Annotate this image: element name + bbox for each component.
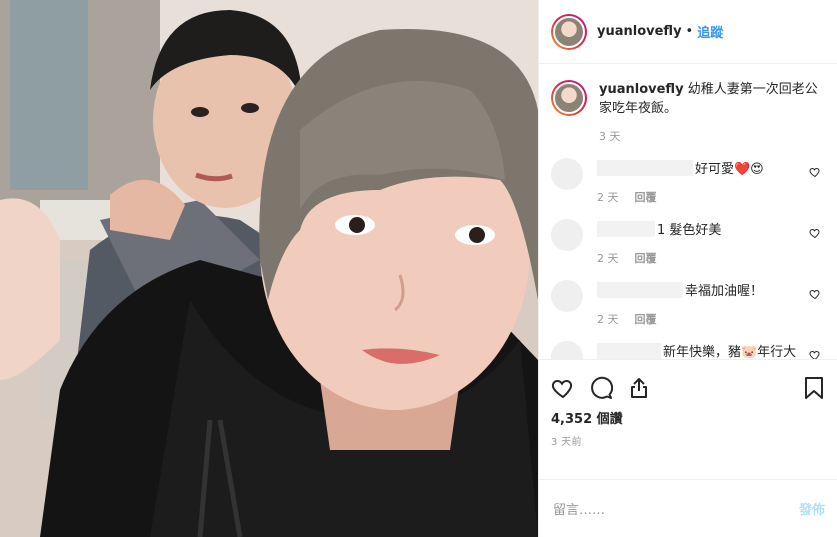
post-details-panel: yuanlovefly • 追蹤 yuanlovefly 幼稚人妻第一次回老公家… bbox=[538, 0, 837, 537]
post-actions: 4,352 個讚 3 天前 bbox=[539, 359, 837, 479]
redacted-username bbox=[597, 282, 683, 298]
redacted-username bbox=[597, 221, 655, 237]
comment-like-icon[interactable] bbox=[809, 227, 821, 239]
comment-item: 好可愛❤️😍 2 天 回覆 bbox=[551, 158, 821, 207]
post-header: yuanlovefly • 追蹤 bbox=[539, 0, 837, 64]
commenter-avatar[interactable] bbox=[551, 280, 583, 312]
reply-button[interactable]: 回覆 bbox=[635, 310, 657, 329]
author-username[interactable]: yuanlovefly bbox=[597, 24, 682, 39]
share-icon[interactable] bbox=[627, 376, 651, 400]
comment-text: 1 髮色好美 bbox=[657, 223, 722, 238]
instagram-post: yuanlovefly • 追蹤 yuanlovefly 幼稚人妻第一次回老公家… bbox=[0, 0, 837, 537]
comment-time[interactable]: 2 天 bbox=[597, 188, 619, 207]
comments-section[interactable]: yuanlovefly 幼稚人妻第一次回老公家吃年夜飯。 3 天 好可愛❤️😍 … bbox=[539, 64, 837, 359]
commenter-avatar[interactable] bbox=[551, 158, 583, 190]
caption-avatar[interactable] bbox=[551, 80, 587, 116]
comment-item: 幸福加油喔！ 2 天 回覆 bbox=[551, 280, 821, 329]
comment-input[interactable]: 留言…… bbox=[553, 499, 799, 518]
bookmark-icon[interactable] bbox=[803, 376, 825, 400]
selfie-image bbox=[0, 0, 538, 537]
comment-time[interactable]: 2 天 bbox=[597, 249, 619, 268]
reply-button[interactable]: 回覆 bbox=[635, 249, 657, 268]
redacted-username bbox=[597, 160, 693, 176]
comment-icon[interactable] bbox=[589, 376, 613, 400]
like-count[interactable]: 4,352 個讚 bbox=[551, 408, 825, 427]
post-photo[interactable] bbox=[0, 0, 538, 537]
comment-like-icon[interactable] bbox=[809, 166, 821, 178]
reply-button[interactable]: 回覆 bbox=[635, 188, 657, 207]
comment-text: 好可愛❤️😍 bbox=[695, 162, 764, 177]
caption-username[interactable]: yuanlovefly bbox=[599, 82, 684, 97]
post-caption: yuanlovefly 幼稚人妻第一次回老公家吃年夜飯。 3 天 bbox=[551, 80, 821, 146]
comment-item: 1 髮色好美 2 天 回覆 bbox=[551, 219, 821, 268]
comment-item: 新年快樂，豬🐷年行大運💰 2 天 回覆 bbox=[551, 341, 821, 359]
comment-text: 幸福加油喔！ bbox=[685, 284, 764, 299]
commenter-avatar[interactable] bbox=[551, 219, 583, 251]
post-age[interactable]: 3 天前 bbox=[551, 433, 825, 448]
comment-like-icon[interactable] bbox=[809, 288, 821, 300]
add-comment-bar: 留言…… 發佈 bbox=[539, 479, 837, 537]
redacted-username bbox=[597, 343, 661, 359]
header-separator: • bbox=[685, 24, 694, 39]
heart-icon[interactable] bbox=[551, 376, 575, 400]
caption-time[interactable]: 3 天 bbox=[599, 127, 621, 146]
commenter-avatar[interactable] bbox=[551, 341, 583, 359]
comment-time[interactable]: 2 天 bbox=[597, 310, 619, 329]
follow-button[interactable]: 追蹤 bbox=[697, 22, 723, 41]
post-comment-button[interactable]: 發佈 bbox=[799, 499, 825, 518]
comment-like-icon[interactable] bbox=[809, 349, 821, 359]
author-avatar[interactable] bbox=[551, 13, 587, 50]
